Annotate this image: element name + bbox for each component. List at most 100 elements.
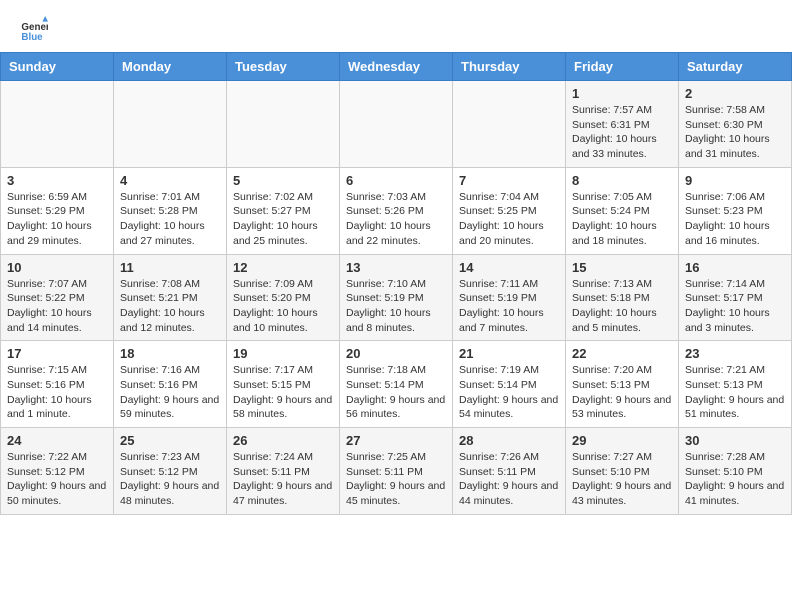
day-info: Sunrise: 7:05 AM Sunset: 5:24 PM Dayligh… <box>572 190 672 249</box>
day-number: 13 <box>346 260 446 275</box>
calendar-cell <box>1 81 114 168</box>
day-number: 5 <box>233 173 333 188</box>
calendar-cell: 29 Sunrise: 7:27 AM Sunset: 5:10 PM Dayli… <box>566 428 679 515</box>
calendar-cell: 2 Sunrise: 7:58 AM Sunset: 6:30 PM Daylig… <box>679 81 792 168</box>
day-number: 23 <box>685 346 785 361</box>
day-number: 24 <box>7 433 107 448</box>
calendar-cell: 13 Sunrise: 7:10 AM Sunset: 5:19 PM Dayli… <box>340 254 453 341</box>
calendar-cell: 26 Sunrise: 7:24 AM Sunset: 5:11 PM Dayli… <box>227 428 340 515</box>
day-info: Sunrise: 7:25 AM Sunset: 5:11 PM Dayligh… <box>346 450 446 509</box>
calendar-week-4: 17 Sunrise: 7:15 AM Sunset: 5:16 PM Dayli… <box>1 341 792 428</box>
day-number: 26 <box>233 433 333 448</box>
day-number: 22 <box>572 346 672 361</box>
day-info: Sunrise: 7:09 AM Sunset: 5:20 PM Dayligh… <box>233 277 333 336</box>
calendar-cell <box>340 81 453 168</box>
weekday-header-monday: Monday <box>114 53 227 81</box>
calendar-cell: 16 Sunrise: 7:14 AM Sunset: 5:17 PM Dayli… <box>679 254 792 341</box>
day-info: Sunrise: 7:14 AM Sunset: 5:17 PM Dayligh… <box>685 277 785 336</box>
day-info: Sunrise: 7:03 AM Sunset: 5:26 PM Dayligh… <box>346 190 446 249</box>
page-header: General Blue <box>0 0 792 52</box>
calendar-cell <box>114 81 227 168</box>
weekday-header-tuesday: Tuesday <box>227 53 340 81</box>
day-number: 18 <box>120 346 220 361</box>
calendar-week-1: 1 Sunrise: 7:57 AM Sunset: 6:31 PM Daylig… <box>1 81 792 168</box>
calendar-cell: 7 Sunrise: 7:04 AM Sunset: 5:25 PM Daylig… <box>453 167 566 254</box>
day-number: 1 <box>572 86 672 101</box>
weekday-header-wednesday: Wednesday <box>340 53 453 81</box>
day-number: 6 <box>346 173 446 188</box>
day-info: Sunrise: 7:08 AM Sunset: 5:21 PM Dayligh… <box>120 277 220 336</box>
day-info: Sunrise: 7:24 AM Sunset: 5:11 PM Dayligh… <box>233 450 333 509</box>
day-info: Sunrise: 7:15 AM Sunset: 5:16 PM Dayligh… <box>7 363 107 422</box>
calendar-cell: 28 Sunrise: 7:26 AM Sunset: 5:11 PM Dayli… <box>453 428 566 515</box>
day-info: Sunrise: 7:28 AM Sunset: 5:10 PM Dayligh… <box>685 450 785 509</box>
calendar-cell: 22Sunrise: 7:20 AM Sunset: 5:13 PM Dayli… <box>566 341 679 428</box>
calendar-cell: 18 Sunrise: 7:16 AM Sunset: 5:16 PM Dayli… <box>114 341 227 428</box>
calendar-cell <box>227 81 340 168</box>
calendar-table: SundayMondayTuesdayWednesdayThursdayFrid… <box>0 52 792 515</box>
svg-text:Blue: Blue <box>21 32 43 43</box>
calendar-cell: 19Sunrise: 7:17 AM Sunset: 5:15 PM Dayli… <box>227 341 340 428</box>
weekday-header-friday: Friday <box>566 53 679 81</box>
day-number: 15 <box>572 260 672 275</box>
calendar-cell: 11 Sunrise: 7:08 AM Sunset: 5:21 PM Dayli… <box>114 254 227 341</box>
logo: General Blue <box>20 16 52 44</box>
day-info: Sunrise: 7:21 AM Sunset: 5:13 PM Dayligh… <box>685 363 785 422</box>
weekday-header-row: SundayMondayTuesdayWednesdayThursdayFrid… <box>1 53 792 81</box>
calendar-cell: 23 Sunrise: 7:21 AM Sunset: 5:13 PM Dayli… <box>679 341 792 428</box>
day-number: 8 <box>572 173 672 188</box>
day-info: Sunrise: 7:10 AM Sunset: 5:19 PM Dayligh… <box>346 277 446 336</box>
day-info: Sunrise: 7:57 AM Sunset: 6:31 PM Dayligh… <box>572 103 672 162</box>
calendar-cell: 1 Sunrise: 7:57 AM Sunset: 6:31 PM Daylig… <box>566 81 679 168</box>
calendar-cell: 21 Sunrise: 7:19 AM Sunset: 5:14 PM Dayli… <box>453 341 566 428</box>
weekday-header-saturday: Saturday <box>679 53 792 81</box>
calendar-cell: 10Sunrise: 7:07 AM Sunset: 5:22 PM Dayli… <box>1 254 114 341</box>
calendar-cell: 27 Sunrise: 7:25 AM Sunset: 5:11 PM Dayli… <box>340 428 453 515</box>
calendar-cell: 14 Sunrise: 7:11 AM Sunset: 5:19 PM Dayli… <box>453 254 566 341</box>
calendar-cell: 20 Sunrise: 7:18 AM Sunset: 5:14 PM Dayli… <box>340 341 453 428</box>
calendar-cell: 12 Sunrise: 7:09 AM Sunset: 5:20 PM Dayli… <box>227 254 340 341</box>
day-number: 14 <box>459 260 559 275</box>
day-number: 27 <box>346 433 446 448</box>
calendar-cell: 15 Sunrise: 7:13 AM Sunset: 5:18 PM Dayli… <box>566 254 679 341</box>
calendar-week-3: 10Sunrise: 7:07 AM Sunset: 5:22 PM Dayli… <box>1 254 792 341</box>
day-info: Sunrise: 7:27 AM Sunset: 5:10 PM Dayligh… <box>572 450 672 509</box>
day-info: Sunrise: 7:22 AM Sunset: 5:12 PM Dayligh… <box>7 450 107 509</box>
day-info: Sunrise: 7:06 AM Sunset: 5:23 PM Dayligh… <box>685 190 785 249</box>
day-info: Sunrise: 6:59 AM Sunset: 5:29 PM Dayligh… <box>7 190 107 249</box>
calendar-cell: 6 Sunrise: 7:03 AM Sunset: 5:26 PM Daylig… <box>340 167 453 254</box>
calendar-cell: 4Sunrise: 7:01 AM Sunset: 5:28 PM Daylig… <box>114 167 227 254</box>
calendar-cell: 30Sunrise: 7:28 AM Sunset: 5:10 PM Dayli… <box>679 428 792 515</box>
weekday-header-sunday: Sunday <box>1 53 114 81</box>
day-number: 25 <box>120 433 220 448</box>
day-info: Sunrise: 7:23 AM Sunset: 5:12 PM Dayligh… <box>120 450 220 509</box>
day-number: 20 <box>346 346 446 361</box>
day-info: Sunrise: 7:04 AM Sunset: 5:25 PM Dayligh… <box>459 190 559 249</box>
day-info: Sunrise: 7:16 AM Sunset: 5:16 PM Dayligh… <box>120 363 220 422</box>
day-number: 17 <box>7 346 107 361</box>
day-number: 16 <box>685 260 785 275</box>
calendar-week-5: 24 Sunrise: 7:22 AM Sunset: 5:12 PM Dayli… <box>1 428 792 515</box>
day-info: Sunrise: 7:11 AM Sunset: 5:19 PM Dayligh… <box>459 277 559 336</box>
day-number: 28 <box>459 433 559 448</box>
day-info: Sunrise: 7:18 AM Sunset: 5:14 PM Dayligh… <box>346 363 446 422</box>
day-number: 12 <box>233 260 333 275</box>
day-number: 7 <box>459 173 559 188</box>
day-info: Sunrise: 7:17 AM Sunset: 5:15 PM Dayligh… <box>233 363 333 422</box>
calendar-cell: 3Sunrise: 6:59 AM Sunset: 5:29 PM Daylig… <box>1 167 114 254</box>
day-info: Sunrise: 7:26 AM Sunset: 5:11 PM Dayligh… <box>459 450 559 509</box>
day-number: 4 <box>120 173 220 188</box>
calendar-cell: 5 Sunrise: 7:02 AM Sunset: 5:27 PM Daylig… <box>227 167 340 254</box>
day-number: 11 <box>120 260 220 275</box>
weekday-header-thursday: Thursday <box>453 53 566 81</box>
day-info: Sunrise: 7:19 AM Sunset: 5:14 PM Dayligh… <box>459 363 559 422</box>
day-info: Sunrise: 7:02 AM Sunset: 5:27 PM Dayligh… <box>233 190 333 249</box>
day-number: 29 <box>572 433 672 448</box>
calendar-cell: 24 Sunrise: 7:22 AM Sunset: 5:12 PM Dayli… <box>1 428 114 515</box>
calendar-cell: 9 Sunrise: 7:06 AM Sunset: 5:23 PM Daylig… <box>679 167 792 254</box>
day-number: 21 <box>459 346 559 361</box>
day-info: Sunrise: 7:58 AM Sunset: 6:30 PM Dayligh… <box>685 103 785 162</box>
day-number: 2 <box>685 86 785 101</box>
day-info: Sunrise: 7:13 AM Sunset: 5:18 PM Dayligh… <box>572 277 672 336</box>
day-number: 9 <box>685 173 785 188</box>
